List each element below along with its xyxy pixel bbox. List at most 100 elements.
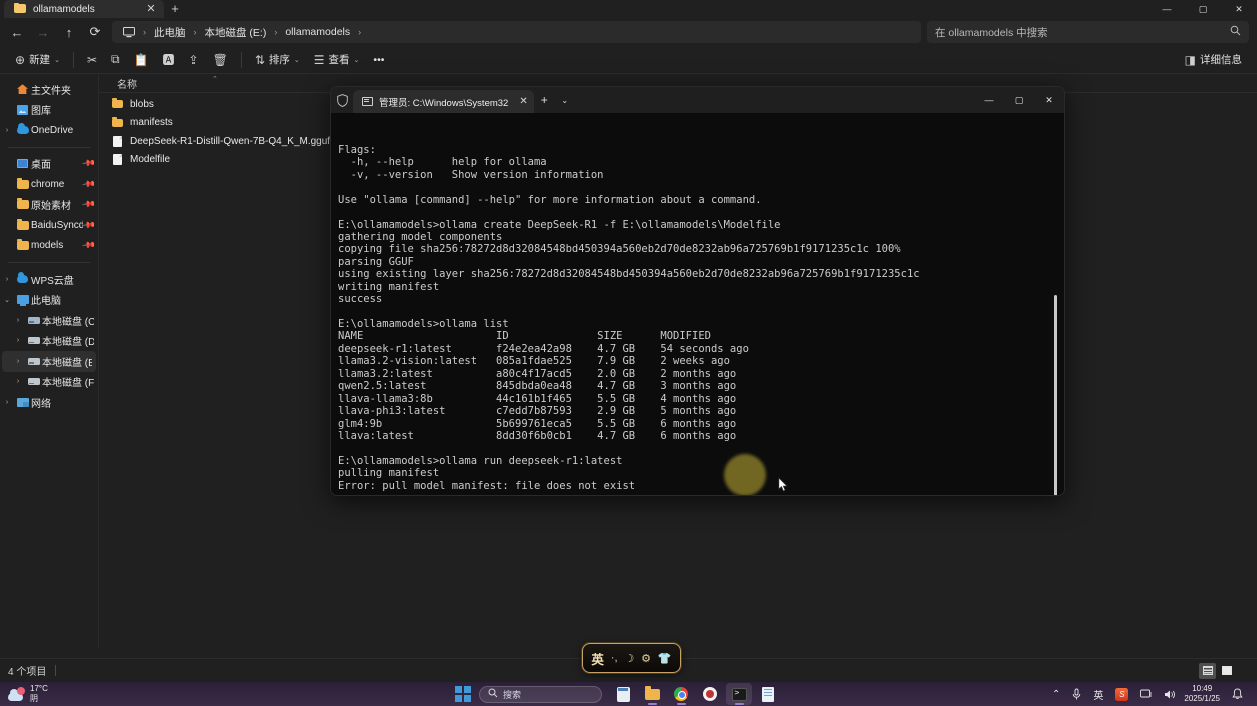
calculator-icon[interactable]	[610, 683, 636, 705]
expander-icon[interactable]: ›	[0, 127, 14, 134]
minimize-button[interactable]: —	[974, 87, 1004, 113]
weather-widget[interactable]: 17°C 阴	[0, 684, 180, 704]
back-button[interactable]: ←	[4, 20, 30, 44]
expander-icon[interactable]: ›	[11, 337, 25, 344]
terminal-tab[interactable]: 管理员: C:\Windows\System32 ✕	[353, 90, 534, 113]
view-list-icon: ☰	[314, 53, 325, 67]
ime-floating-toolbar[interactable]: 英 ·, ☽ ⚙ 👕	[582, 643, 681, 673]
notepad-icon[interactable]	[755, 683, 781, 705]
copy-button[interactable]: ⧉	[104, 49, 127, 71]
clock[interactable]: 10:49 2025/1/25	[1182, 684, 1226, 704]
ime-mode-icon[interactable]: 英	[591, 649, 604, 668]
refresh-button[interactable]: ⟳	[82, 20, 108, 44]
expander-icon[interactable]: ›	[11, 358, 25, 365]
microphone-icon[interactable]	[1066, 688, 1087, 701]
sidebar-item-drive-c[interactable]: › 本地磁盘 (C:)	[0, 310, 98, 331]
close-icon[interactable]: ✕	[514, 96, 527, 107]
pin-icon[interactable]: 📌	[81, 197, 97, 213]
up-button[interactable]: ↑	[56, 20, 82, 44]
pin-icon[interactable]: 📌	[81, 238, 97, 254]
list-view-icon[interactable]	[1199, 663, 1216, 679]
file-explorer-icon[interactable]	[639, 683, 665, 705]
terminal-line: llava-llama3:8b 44c161b1f465 5.5 GB 4 mo…	[338, 393, 1064, 405]
breadcrumb-item-1[interactable]: 本地磁盘 (E:)	[200, 25, 272, 40]
sidebar-item-onedrive[interactable]: › OneDrive	[0, 120, 98, 141]
sidebar-item-models[interactable]: models 📌	[0, 236, 98, 257]
expander-icon[interactable]: ›	[11, 317, 25, 324]
share-button[interactable]: ⇪	[182, 49, 206, 71]
chevron-down-icon[interactable]: ⌄	[555, 87, 575, 113]
breadcrumb-item-2[interactable]: ollamamodels	[280, 26, 355, 38]
sidebar-item-network[interactable]: › 网络	[0, 392, 98, 413]
recorder-icon[interactable]	[697, 683, 723, 705]
large-icons-view-icon[interactable]	[1218, 663, 1235, 679]
skin-icon[interactable]: 👕	[658, 652, 672, 665]
sidebar-item-wps-cloud[interactable]: › WPS云盘	[0, 269, 98, 290]
explorer-tab[interactable]: ollamamodels ✕	[4, 0, 164, 18]
search-input[interactable]: 在 ollamamodels 中搜索	[927, 21, 1249, 43]
punctuation-icon[interactable]: ·,	[611, 652, 618, 664]
onedrive-cloud-icon	[14, 126, 31, 134]
pin-icon[interactable]: 📌	[81, 176, 97, 192]
terminal-icon[interactable]	[726, 683, 752, 705]
file-icon	[111, 154, 124, 165]
more-button[interactable]: •••	[366, 49, 391, 71]
bell-icon[interactable]	[1226, 688, 1249, 700]
windows-start-icon[interactable]	[455, 686, 471, 702]
breadcrumb[interactable]: › 此电脑 › 本地磁盘 (E:) › ollamamodels ›	[112, 21, 921, 43]
sidebar-item-chrome[interactable]: chrome 📌	[0, 174, 98, 195]
close-button[interactable]: ✕	[1221, 0, 1257, 18]
terminal-line: Use "ollama [command] --help" for more i…	[338, 194, 1064, 206]
sidebar-item-baidusyncdisk[interactable]: BaiduSyncdisk 📌	[0, 215, 98, 236]
navigation-pane: 主文件夹 图库 › OneDrive 桌面 📌	[0, 74, 99, 648]
sidebar-item-drive-f[interactable]: › 本地磁盘 (F:)	[0, 372, 98, 393]
expander-icon[interactable]: ›	[0, 399, 14, 406]
pin-icon[interactable]: 📌	[81, 217, 97, 233]
view-button[interactable]: ☰ 查看 ⌄	[307, 49, 367, 71]
maximize-button[interactable]: ▢	[1185, 0, 1221, 18]
sidebar-item-this-pc[interactable]: ⌄ 此电脑	[0, 290, 98, 311]
sort-button[interactable]: ⇅ 排序 ⌄	[248, 49, 307, 71]
search-placeholder: 在 ollamamodels 中搜索	[935, 25, 1230, 40]
rename-button[interactable]: 🅰	[156, 49, 182, 71]
pin-icon[interactable]: 📌	[81, 156, 97, 172]
column-header-name[interactable]: 名称	[117, 76, 324, 91]
terminal-output[interactable]: Flags: -h, --help help for ollama -v, --…	[331, 113, 1064, 496]
sidebar-item-gallery[interactable]: 图库	[0, 100, 98, 121]
taskbar-search-input[interactable]: 搜索	[479, 686, 602, 703]
cut-button[interactable]: ✂	[80, 49, 104, 71]
minimize-button[interactable]: —	[1149, 0, 1185, 18]
paste-button[interactable]: 📋	[127, 49, 156, 71]
new-tab-button[interactable]: +	[164, 1, 186, 18]
sidebar-item-desktop[interactable]: 桌面 📌	[0, 154, 98, 175]
sidebar-item-drive-d[interactable]: › 本地磁盘 (D:)	[0, 331, 98, 352]
chrome-icon[interactable]	[668, 683, 694, 705]
gear-icon[interactable]: ⚙	[641, 652, 651, 665]
sidebar-item-raw-material[interactable]: 原始素材 📌	[0, 195, 98, 216]
close-icon[interactable]: ✕	[144, 4, 158, 15]
breadcrumb-separator: ›	[273, 27, 278, 37]
expander-icon[interactable]: ›	[0, 276, 14, 283]
sidebar-item-drive-e[interactable]: › 本地磁盘 (E:)	[2, 351, 96, 372]
volume-icon[interactable]	[1158, 689, 1182, 700]
new-tab-button[interactable]: +	[534, 87, 555, 113]
expander-icon[interactable]: ⌄	[0, 296, 14, 304]
sidebar-item-label: 本地磁盘 (F:)	[42, 374, 94, 389]
sogou-icon[interactable]: S	[1109, 688, 1134, 701]
system-drive-icon	[25, 317, 42, 324]
expander-icon[interactable]: ›	[11, 378, 25, 385]
chevron-up-icon[interactable]: ⌃	[1046, 689, 1066, 700]
ime-indicator[interactable]: 英	[1087, 687, 1109, 702]
new-button[interactable]: ⊕ 新建 ⌄	[8, 49, 67, 71]
terminal-line: qwen2.5:latest 845dbda0ea48 4.7 GB 3 mon…	[338, 380, 1064, 392]
moon-icon[interactable]: ☽	[624, 652, 634, 665]
display-icon[interactable]	[1134, 689, 1158, 700]
sidebar-item-label: 网络	[31, 395, 51, 410]
details-pane-button[interactable]: ◨ 详细信息	[1178, 49, 1249, 71]
sidebar-item-home[interactable]: 主文件夹	[0, 79, 98, 100]
terminal-scrollbar[interactable]	[1054, 295, 1057, 496]
breadcrumb-item-0[interactable]: 此电脑	[149, 25, 191, 40]
delete-button[interactable]: 🗑	[206, 49, 235, 71]
maximize-button[interactable]: ▢	[1004, 87, 1034, 113]
close-button[interactable]: ✕	[1034, 87, 1064, 113]
